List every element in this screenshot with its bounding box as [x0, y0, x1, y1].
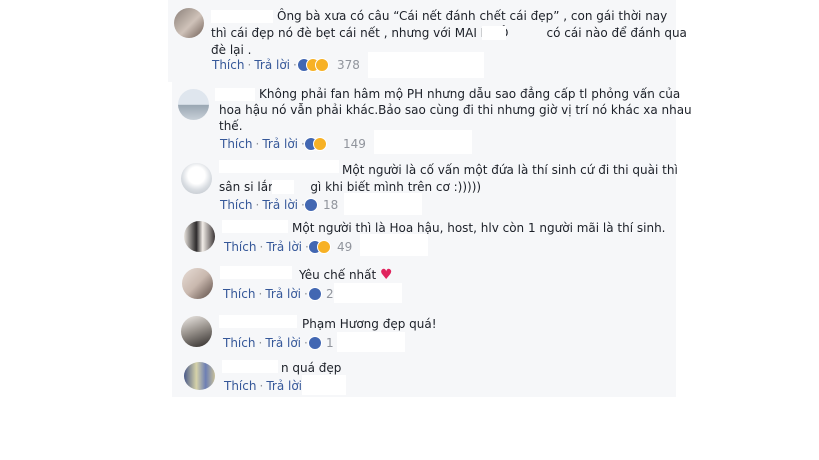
redacted-author-name: [211, 10, 273, 23]
heart-icon: ♥: [380, 267, 393, 283]
reaction-count[interactable]: 149: [343, 137, 366, 151]
separator: ·: [255, 137, 260, 151]
comment-actions: Thích·Trả lời·: [212, 58, 300, 72]
reply-button[interactable]: Trả lời: [266, 379, 302, 393]
comment-text: thì cái đẹp nó đè bẹt cái nết , nhưng vớ…: [211, 26, 687, 40]
comment-actions: Thích·Trả lời·: [224, 379, 312, 393]
like-button[interactable]: Thích: [224, 240, 256, 254]
separator: ·: [259, 240, 264, 254]
comment-text: Một người thì là Hoa hậu, host, hlv còn …: [292, 221, 666, 235]
separator: ·: [255, 198, 260, 212]
comment-text-content: Yêu chế nhất: [299, 268, 377, 282]
like-button[interactable]: Thích: [220, 198, 252, 212]
like-reaction-icon: [308, 336, 322, 350]
avatar[interactable]: [181, 316, 212, 347]
like-button[interactable]: Thích: [223, 287, 255, 301]
avatar[interactable]: [184, 221, 215, 252]
comment-text: thế.: [219, 119, 243, 133]
reaction-count[interactable]: 49: [337, 240, 352, 254]
haha-reaction-icon: [317, 240, 331, 254]
reaction-count[interactable]: 2: [326, 287, 334, 301]
separator: ·: [259, 379, 264, 393]
reaction-icons[interactable]: [308, 240, 338, 254]
reaction-icons[interactable]: [304, 137, 334, 151]
comment-actions: Thích·Trả lời·: [220, 137, 308, 151]
comment-text: Ông bà xưa có câu “Cái nết đánh chết cái…: [277, 9, 668, 23]
comment-text: hoa hậu nó vẫn phải khác.Bảo sao cùng đi…: [219, 103, 692, 117]
like-button[interactable]: Thích: [220, 137, 252, 151]
comment-feed: Ông bà xưa có câu “Cái nết đánh chết cái…: [0, 0, 819, 460]
comment-actions: Thích·Trả lời·: [224, 240, 312, 254]
like-reaction-icon: [308, 287, 322, 301]
avatar[interactable]: [181, 163, 212, 194]
reaction-count[interactable]: 1: [326, 336, 334, 350]
wow-reaction-icon: [315, 58, 329, 72]
avatar[interactable]: [178, 89, 209, 120]
reply-button[interactable]: Trả lời: [262, 198, 298, 212]
comment-actions: Thích·Trả lời·: [223, 287, 311, 301]
reaction-count[interactable]: 378: [337, 58, 360, 72]
redacted-author-name: [215, 88, 255, 101]
comment-text: Một người là cố vấn một đứa là thí sinh …: [342, 163, 678, 177]
reaction-icons[interactable]: [308, 287, 322, 301]
avatar[interactable]: [182, 268, 213, 299]
comment-actions: Thích·Trả lời·: [223, 336, 311, 350]
comment-text: Không phải fan hâm mộ PH nhưng dẫu sao đ…: [259, 87, 681, 101]
more-options-icon[interactable]: ···: [641, 86, 655, 100]
redacted-area: [334, 283, 402, 303]
reply-button[interactable]: Trả lời: [266, 240, 302, 254]
comment-text: Phạm Hương đẹp quá!: [302, 317, 437, 331]
reaction-count[interactable]: 18: [323, 198, 338, 212]
reply-button[interactable]: Trả lời: [265, 287, 301, 301]
redacted-area: [360, 234, 428, 256]
reply-button[interactable]: Trả lời: [265, 336, 301, 350]
like-button[interactable]: Thích: [212, 58, 244, 72]
avatar[interactable]: [184, 362, 215, 390]
reaction-icons[interactable]: [304, 198, 318, 212]
redacted-name: [482, 26, 506, 40]
reaction-icons[interactable]: [297, 58, 337, 72]
redacted-area: [368, 52, 484, 78]
redacted-area: [374, 130, 472, 154]
redacted-area: [302, 375, 346, 395]
redacted-author-name: [222, 360, 278, 373]
haha-reaction-icon: [313, 137, 327, 151]
like-reaction-icon: [304, 198, 318, 212]
avatar[interactable]: [174, 8, 204, 38]
comment-text: đè lại .: [211, 43, 252, 57]
redacted-area: [344, 193, 422, 215]
comment-text: Yêu chế nhất ♥: [299, 267, 393, 284]
reply-button[interactable]: Trả lời: [254, 58, 290, 72]
redacted-author-name: [220, 266, 292, 279]
comment-actions: Thích·Trả lời·: [220, 198, 308, 212]
like-button[interactable]: Thích: [224, 379, 256, 393]
like-button[interactable]: Thích: [223, 336, 255, 350]
redacted-author-name: [222, 220, 288, 233]
reply-button[interactable]: Trả lời: [262, 137, 298, 151]
redacted-author-name: [219, 160, 339, 173]
separator: ·: [258, 336, 263, 350]
separator: ·: [247, 58, 252, 72]
reaction-icons[interactable]: [308, 336, 322, 350]
redacted-area: [337, 332, 405, 352]
redacted-name: [272, 180, 294, 194]
separator: ·: [258, 287, 263, 301]
redacted-author-name: [219, 315, 297, 328]
